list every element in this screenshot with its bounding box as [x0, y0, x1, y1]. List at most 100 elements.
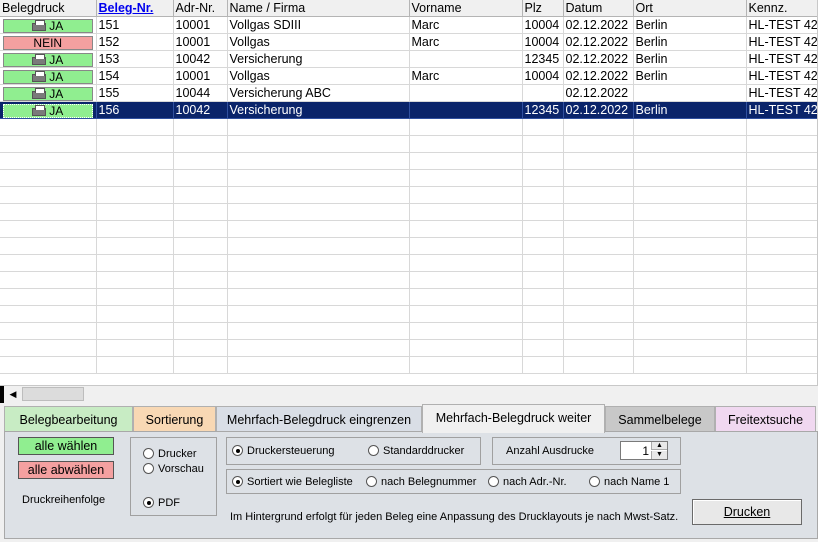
print-button[interactable]: Drucken [692, 499, 802, 525]
cell-vorname[interactable]: Marc [409, 33, 523, 51]
radio-sort-name[interactable]: nach Name 1 [589, 476, 669, 489]
radio-druckersteuerung[interactable]: Druckersteuerung [232, 445, 334, 458]
print-status-badge[interactable]: JA [3, 52, 93, 67]
col-vorname[interactable]: Vorname [409, 0, 523, 17]
cell-plz[interactable]: 10004 [522, 33, 564, 51]
table-row[interactable]: JA 154 10001 Vollgas Marc 10004 02.12.2022 Berl… [0, 67, 817, 85]
col-plz[interactable]: Plz [522, 0, 564, 17]
scroll-left-icon[interactable]: ◀ [5, 386, 21, 402]
radio-pdf[interactable]: PDF [143, 497, 180, 510]
cell-ort[interactable] [633, 84, 747, 102]
col-adr-nr[interactable]: Adr-Nr. [173, 0, 228, 17]
table-row[interactable]: NEIN 152 10001 Vollgas Marc 10004 02.12.2022 Be… [0, 33, 817, 51]
cell-kennz[interactable]: HL-TEST 42 [746, 33, 817, 51]
table-row[interactable]: JA 156 10042 Versicherung 12345 02.12.2022 Ber… [0, 101, 817, 119]
cell-name[interactable]: Versicherung [227, 101, 410, 119]
col-ort[interactable]: Ort [633, 0, 747, 17]
tab-mehrfach-weiter[interactable]: Mehrfach-Belegdruck weiter [422, 404, 605, 433]
cell-datum[interactable]: 02.12.2022 [563, 101, 634, 119]
cell-vorname[interactable] [409, 50, 523, 68]
table-row[interactable]: JA 151 10001 Vollgas SDIII Marc 10004 02.12.20… [0, 16, 817, 34]
cell-ort[interactable]: Berlin [633, 50, 747, 68]
cell-adr-nr[interactable]: 10001 [173, 16, 228, 34]
cell-ort[interactable]: Berlin [633, 67, 747, 85]
print-status-badge[interactable]: JA [3, 69, 93, 84]
radio-sort-wie-liste[interactable]: Sortiert wie Belegliste [232, 476, 353, 489]
cell-plz[interactable]: 12345 [522, 50, 564, 68]
cell-belegdruck[interactable]: JA [0, 67, 97, 85]
tab-freitextsuche[interactable]: Freitextsuche [715, 406, 816, 432]
print-status-badge[interactable]: JA [3, 18, 93, 33]
cell-kennz[interactable]: HL-TEST 42 [746, 16, 817, 34]
radio-sort-adr[interactable]: nach Adr.-Nr. [488, 476, 567, 489]
cell-kennz[interactable]: HL-TEST 42 [746, 84, 817, 102]
horizontal-scrollbar[interactable]: ◀ [0, 385, 818, 403]
col-beleg-nr[interactable]: Beleg-Nr. [96, 0, 174, 17]
cell-beleg-nr[interactable]: 156 [96, 101, 174, 119]
cell-plz[interactable]: 12345 [522, 101, 564, 119]
table-row[interactable]: JA 155 10044 Versicherung ABC 02.12.2022 HL-T… [0, 84, 817, 102]
copies-stepper[interactable]: 1 ▲ ▼ [620, 441, 668, 460]
cell-name[interactable]: Vollgas [227, 67, 410, 85]
select-all-button[interactable]: alle wählen [18, 437, 114, 455]
radio-vorschau[interactable]: Vorschau [143, 463, 204, 476]
col-kennz[interactable]: Kennz. [746, 0, 817, 17]
cell-vorname[interactable]: Marc [409, 16, 523, 34]
cell-vorname[interactable] [409, 101, 523, 119]
cell-belegdruck[interactable]: NEIN [0, 33, 97, 51]
deselect-all-button[interactable]: alle abwählen [18, 461, 114, 479]
cell-datum[interactable]: 02.12.2022 [563, 33, 634, 51]
cell-adr-nr[interactable]: 10042 [173, 101, 228, 119]
cell-kennz[interactable]: HL-TEST 42 [746, 50, 817, 68]
print-status-badge[interactable]: JA [3, 103, 93, 118]
spin-down-icon[interactable]: ▼ [651, 451, 667, 459]
cell-name[interactable]: Versicherung ABC [227, 84, 410, 102]
cell-datum[interactable]: 02.12.2022 [563, 67, 634, 85]
cell-ort[interactable]: Berlin [633, 101, 747, 119]
cell-belegdruck[interactable]: JA [0, 84, 97, 102]
print-status-badge[interactable]: JA [3, 86, 93, 101]
beleg-grid[interactable]: Belegdruck Beleg-Nr. Adr-Nr. Name / Firm… [0, 0, 818, 385]
cell-ort[interactable]: Berlin [633, 33, 747, 51]
cell-name[interactable]: Versicherung [227, 50, 410, 68]
cell-beleg-nr[interactable]: 153 [96, 50, 174, 68]
cell-adr-nr[interactable]: 10042 [173, 50, 228, 68]
cell-datum[interactable]: 02.12.2022 [563, 16, 634, 34]
radio-standarddrucker[interactable]: Standarddrucker [368, 445, 464, 458]
cell-kennz[interactable]: HL-TEST 42 [746, 101, 817, 119]
print-status-badge[interactable]: NEIN [3, 35, 93, 50]
cell-adr-nr[interactable]: 10001 [173, 67, 228, 85]
cell-beleg-nr[interactable]: 152 [96, 33, 174, 51]
radio-sort-belegnummer[interactable]: nach Belegnummer [366, 476, 476, 489]
cell-belegdruck[interactable]: JA [0, 101, 97, 119]
cell-vorname[interactable]: Marc [409, 67, 523, 85]
cell-adr-nr[interactable]: 10001 [173, 33, 228, 51]
cell-name[interactable]: Vollgas [227, 33, 410, 51]
cell-name[interactable]: Vollgas SDIII [227, 16, 410, 34]
scroll-thumb[interactable] [22, 387, 84, 401]
spin-up-icon[interactable]: ▲ [651, 442, 667, 450]
cell-datum[interactable]: 02.12.2022 [563, 84, 634, 102]
tab-sammelbelege[interactable]: Sammelbelege [605, 406, 715, 432]
col-name[interactable]: Name / Firma [227, 0, 410, 17]
cell-kennz[interactable]: HL-TEST 42 [746, 67, 817, 85]
cell-ort[interactable]: Berlin [633, 16, 747, 34]
cell-datum[interactable]: 02.12.2022 [563, 50, 634, 68]
radio-drucker[interactable]: Drucker [143, 448, 197, 461]
table-row[interactable]: JA 153 10042 Versicherung 12345 02.12.2022 Ber… [0, 50, 817, 68]
tab-sortierung[interactable]: Sortierung [133, 406, 216, 432]
cell-belegdruck[interactable]: JA [0, 16, 97, 34]
copies-value[interactable]: 1 [642, 444, 649, 458]
cell-plz[interactable] [522, 84, 564, 102]
cell-belegdruck[interactable]: JA [0, 50, 97, 68]
cell-adr-nr[interactable]: 10044 [173, 84, 228, 102]
cell-vorname[interactable] [409, 84, 523, 102]
tab-belegbearbeitung[interactable]: Belegbearbeitung [4, 406, 133, 432]
tab-mehrfach-eingrenzen[interactable]: Mehrfach-Belegdruck eingrenzen [216, 406, 422, 432]
cell-beleg-nr[interactable]: 155 [96, 84, 174, 102]
cell-plz[interactable]: 10004 [522, 67, 564, 85]
col-datum[interactable]: Datum [563, 0, 634, 17]
cell-beleg-nr[interactable]: 154 [96, 67, 174, 85]
cell-plz[interactable]: 10004 [522, 16, 564, 34]
cell-beleg-nr[interactable]: 151 [96, 16, 174, 34]
